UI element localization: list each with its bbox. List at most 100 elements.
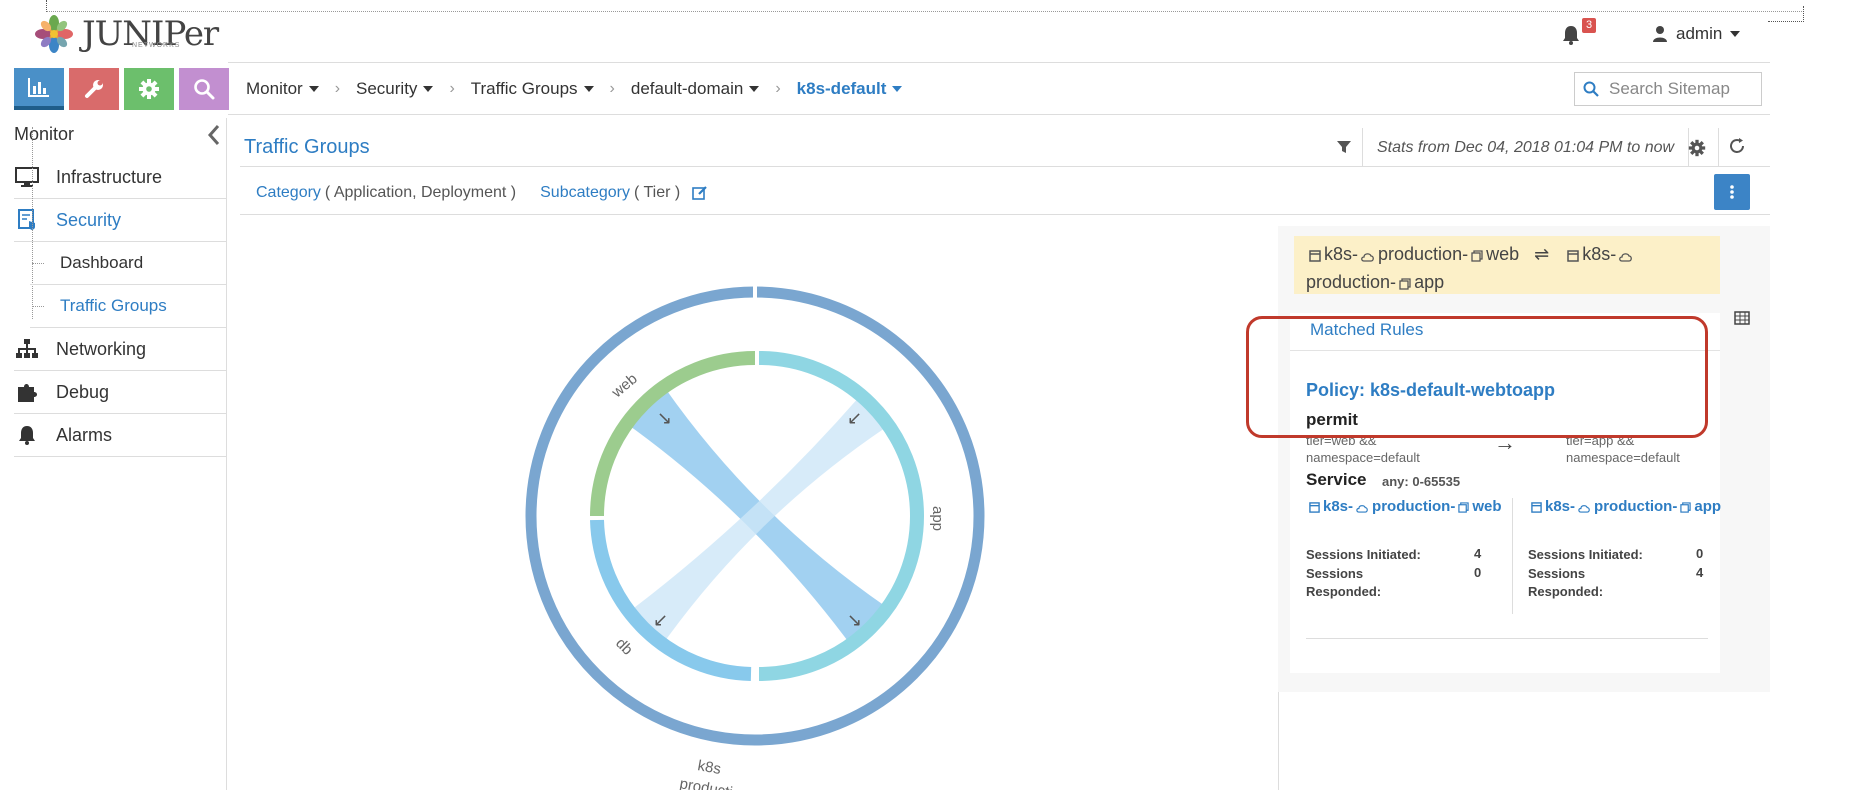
search-sitemap-input[interactable] [1607, 78, 1757, 100]
juniper-flower-icon [35, 15, 73, 53]
flow-arrow-icon: ↘ [847, 610, 862, 630]
node-divider [1512, 498, 1513, 614]
security-doc-icon [14, 209, 40, 231]
network-icon [14, 338, 40, 360]
breadcrumb-separator-icon: › [775, 80, 781, 97]
sidebar-subitem-label: Dashboard [60, 253, 144, 272]
breadcrumb-separator-icon: › [334, 80, 341, 97]
namespace-icon [1309, 502, 1320, 513]
sidebar-item-alarms[interactable]: Alarms [14, 414, 227, 457]
copy-icon [1399, 278, 1411, 290]
ring-label-production: production [678, 775, 750, 790]
right-node-title[interactable]: k8s-production-app [1528, 498, 1721, 515]
service-label: Service [1306, 470, 1367, 489]
sidebar-subitem-dashboard[interactable]: Dashboard [30, 242, 227, 285]
left-sessions-responded-label: Sessions Responded: [1306, 565, 1381, 601]
wrench-icon [85, 80, 103, 98]
table-view-icon[interactable] [1734, 311, 1750, 325]
brand-subtext: NETWORKS [132, 42, 181, 49]
right-sessions-initiated-label: Sessions Initiated: [1528, 547, 1643, 562]
left-node-title[interactable]: k8s-production-web [1306, 498, 1502, 515]
edit-icon[interactable] [692, 185, 708, 201]
module-switcher [14, 68, 229, 110]
right-sessions-responded-label: Sessions Responded: [1528, 565, 1603, 601]
category-divider [240, 214, 1770, 215]
settings-module-button[interactable] [124, 68, 174, 110]
flow-arrow-icon: ↙ [653, 610, 668, 630]
arc-label-web: web [608, 370, 641, 401]
breadcrumb-domain[interactable]: default-domain [630, 79, 760, 99]
category-link[interactable]: Category [256, 184, 321, 202]
sidebar-item-label: Networking [56, 338, 147, 359]
right-sessions-responded-value: 4 [1696, 565, 1704, 580]
breadcrumb-label: default-domain [630, 79, 744, 98]
collapse-sidebar-icon[interactable] [206, 124, 222, 146]
gear-icon [139, 79, 159, 99]
sidebar-item-debug[interactable]: Debug [14, 371, 227, 414]
conn-text: web [1486, 244, 1520, 264]
stats-time-range[interactable]: Stats from Dec 04, 2018 01:04 PM to now [1362, 128, 1690, 166]
destination-endpoint-line: namespace=default [1566, 450, 1680, 465]
breadcrumb-security[interactable]: Security [356, 79, 434, 99]
breadcrumb-project[interactable]: k8s-default [797, 79, 903, 99]
more-options-button[interactable] [1714, 174, 1750, 210]
sidebar-item-label: Security [56, 209, 122, 230]
breadcrumb-label: Monitor [246, 79, 303, 98]
sessions-label-line: Responded: [1528, 584, 1604, 599]
caret-down-icon [423, 86, 434, 92]
user-name: admin [1676, 24, 1723, 43]
sidebar-item-infrastructure[interactable]: Infrastructure [14, 156, 227, 199]
settings-gear-icon[interactable] [1688, 139, 1706, 157]
breadcrumb: Monitor › Security › Traffic Groups › de… [246, 79, 903, 99]
breadcrumb-monitor[interactable]: Monitor [246, 79, 319, 99]
node-text: k8s- [1545, 498, 1576, 515]
title-divider [240, 166, 1770, 167]
caret-down-icon [749, 86, 760, 92]
caret-down-icon [892, 86, 903, 92]
breadcrumb-separator-icon: › [449, 80, 455, 97]
user-menu[interactable]: admin [1652, 24, 1741, 44]
user-caret-icon [1730, 31, 1741, 37]
sidebar-item-networking[interactable]: Networking [14, 328, 227, 371]
monitor-module-button[interactable] [14, 68, 64, 110]
toolbar-divider [1718, 128, 1719, 166]
filter-icon[interactable] [1336, 139, 1352, 155]
refresh-icon[interactable] [1728, 137, 1746, 155]
sidebar-title: Monitor [14, 124, 75, 144]
sessions-label-line: Responded: [1306, 584, 1382, 599]
subcategory-value: ( Tier ) [633, 184, 681, 201]
arc-label-db: db [612, 635, 636, 659]
left-sessions-initiated-label: Sessions Initiated: [1306, 547, 1421, 562]
sidebar-item-label: Infrastructure [56, 166, 163, 187]
tree-tick [32, 306, 44, 307]
flow-arrow-icon: ↘ [657, 408, 672, 428]
caret-down-icon [308, 86, 319, 92]
breadcrumb-label: Traffic Groups [470, 79, 578, 98]
search-icon [1583, 81, 1599, 97]
category-filter-row: Category ( Application, Deployment ) Sub… [256, 184, 708, 202]
annotation-highlight [1246, 316, 1708, 438]
subcategory-link[interactable]: Subcategory [540, 184, 630, 202]
source-endpoint-line: namespace=default [1306, 450, 1420, 465]
matched-rules-bottom-divider [1306, 638, 1708, 639]
notification-bell-icon[interactable] [1560, 24, 1582, 46]
sidebar-item-security[interactable]: Security [14, 199, 227, 242]
query-module-button[interactable] [179, 68, 229, 110]
sidebar-item-label: Alarms [56, 424, 113, 445]
breadcrumb-traffic-groups[interactable]: Traffic Groups [471, 79, 594, 99]
conn-text: production- [1378, 244, 1469, 264]
sidebar-subitem-label: Traffic Groups [60, 296, 167, 315]
configure-module-button[interactable] [69, 68, 119, 110]
copy-icon [1458, 502, 1470, 513]
top-header: JUNIPer NETWORKS 3 admin [0, 0, 1770, 62]
conn-text: k8s- [1582, 244, 1617, 264]
conn-text: app [1414, 272, 1445, 292]
tree-tick [32, 263, 44, 264]
breadcrumb-separator-icon: › [609, 80, 615, 97]
cloud-icon [1578, 505, 1590, 513]
node-text: app [1694, 498, 1722, 515]
juniper-logo[interactable]: JUNIPer [34, 14, 219, 54]
traffic-groups-chord-chart[interactable]: ↘ ↙ ↙ ↘ web app db k8s production [500, 270, 1020, 790]
left-sessions-initiated-value: 4 [1474, 546, 1482, 561]
sidebar-subitem-traffic-groups[interactable]: Traffic Groups [30, 285, 227, 328]
